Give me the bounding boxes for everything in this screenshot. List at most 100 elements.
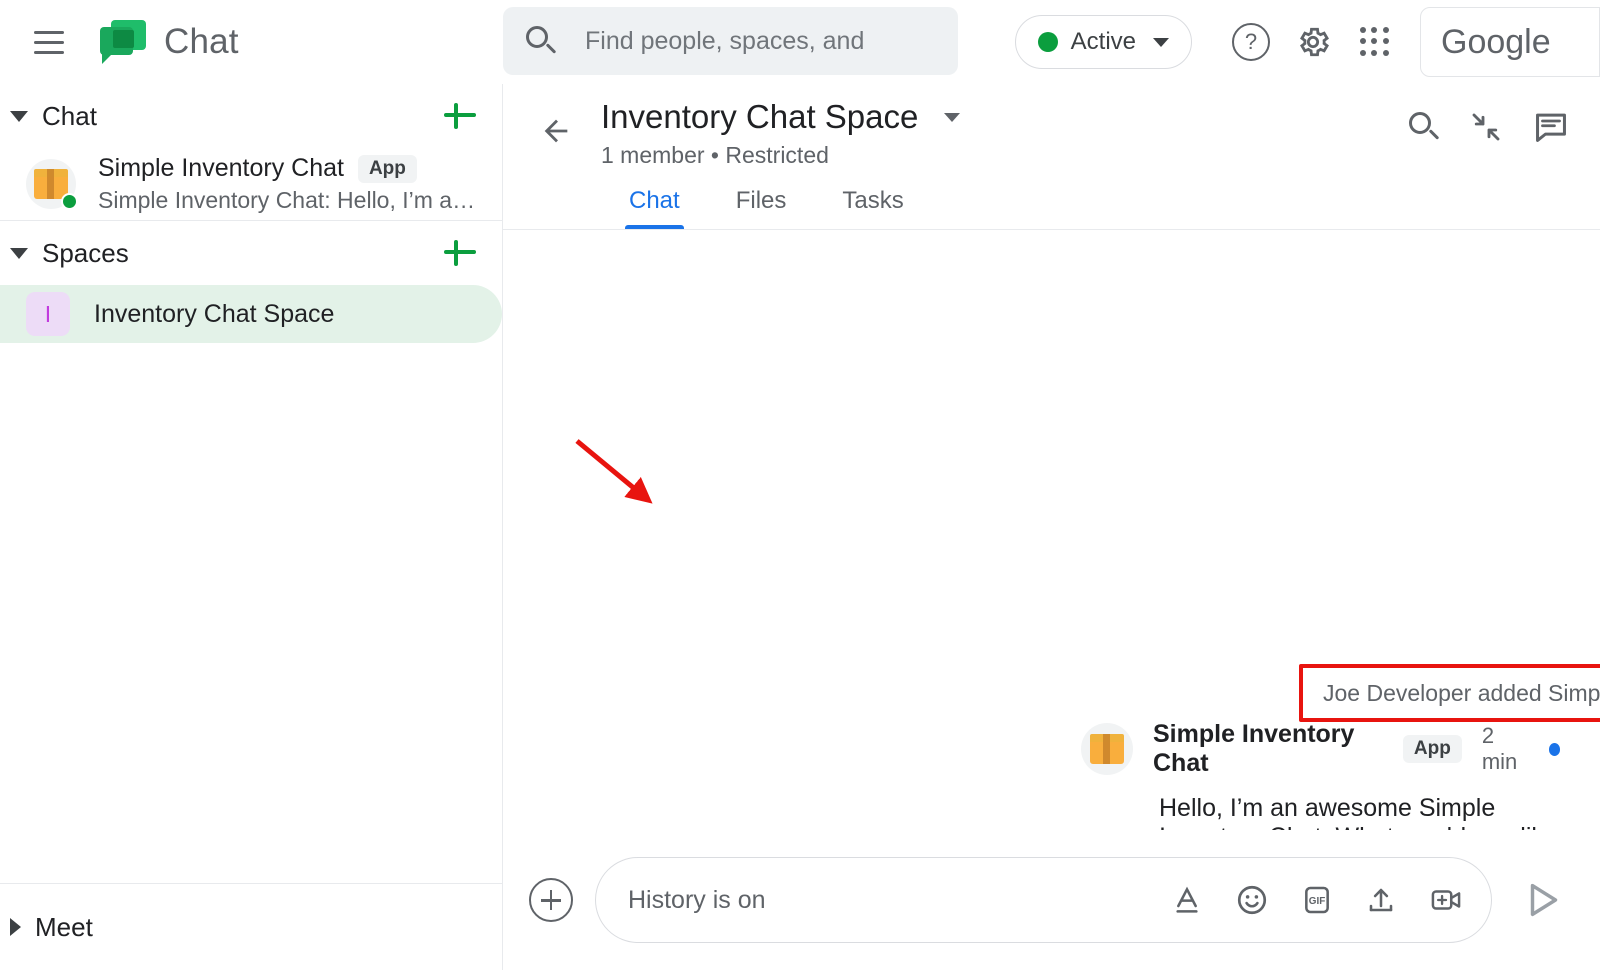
hamburger-menu-icon[interactable] [26,19,72,65]
chat-item-snippet: Simple Inventory Chat: Hello, I’m an awe… [98,187,480,214]
tab-chat[interactable]: Chat [601,183,708,229]
menu-line [34,31,64,34]
status-button[interactable]: Active [1015,15,1192,69]
page-title: Inventory Chat Space [601,98,918,136]
search-icon[interactable] [1406,110,1440,144]
menu-line [34,41,64,44]
search-handle [546,43,557,54]
back-arrow-glyph [539,114,573,148]
svg-text:GIF: GIF [1309,896,1325,907]
help-button[interactable]: ? [1220,11,1282,73]
box-tape [47,169,54,199]
system-message-wrapper: Joe Developer added Simple Inventory Cha… [1299,664,1600,722]
sidebar-item-inventory-chat-space[interactable]: I Inventory Chat Space [0,285,502,343]
meet-section-header[interactable]: Meet [0,884,502,970]
space-avatar: I [26,292,70,336]
message-input[interactable]: History is on [595,857,1492,943]
box-tape [1103,734,1110,764]
conversation-title-row[interactable]: Inventory Chat Space [601,98,960,136]
send-icon [1521,877,1567,923]
conversation-header-actions [1406,108,1570,146]
search-handle [1429,129,1440,140]
spaces-section-title: Spaces [42,238,129,269]
avatar [1081,723,1133,775]
gear-icon [1295,24,1331,60]
grid-dot [1383,27,1389,33]
chevron-right-icon [10,918,21,936]
grid-dot [1371,38,1377,44]
chevron-down-icon [10,111,28,122]
conversation-titles: Inventory Chat Space 1 member • Restrict… [601,98,960,169]
emoji-icon[interactable] [1235,883,1269,917]
unread-indicator [1549,743,1560,756]
top-bar: Chat Find people, spaces, and Active ? [0,0,1600,84]
google-chat-logo [100,20,146,64]
message-thread: Joe Developer added Simple Inventory Cha… [503,230,1600,830]
gif-icon[interactable]: GIF [1301,884,1333,916]
conversation-tabs: Chat Files Tasks [601,183,1574,229]
grid-dot [1360,27,1366,33]
chevron-down-icon [10,248,28,259]
sidebar-spacer [0,343,502,883]
upload-icon[interactable] [1365,884,1397,916]
chevron-down-icon [944,113,960,122]
main-body: Chat Simple Inventory Chat App [0,84,1600,970]
message-sender: Simple Inventory Chat [1153,720,1383,778]
sidebar: Chat Simple Inventory Chat App [0,84,503,970]
add-attachment-button[interactable] [529,878,573,922]
grid-dot [1371,50,1377,56]
meet-section: Meet [0,883,502,970]
package-box-icon [1090,734,1124,764]
app-badge: App [1403,735,1462,763]
apps-grid-icon [1360,27,1390,57]
space-name: Inventory Chat Space [94,300,334,329]
account-chip[interactable]: Google [1420,7,1600,77]
sidebar-item-simple-inventory-chat[interactable]: Simple Inventory Chat App Simple Invento… [0,148,502,220]
composer-actions: GIF [1171,883,1463,917]
chat-item-name: Simple Inventory Chat [98,154,344,183]
top-bar-actions: Active ? Google [1015,0,1600,84]
help-icon: ? [1232,23,1270,61]
message-text: Hello, I’m an awesome Simple Inventory C… [1159,794,1560,830]
search-input[interactable]: Find people, spaces, and [503,7,958,75]
menu-line [34,51,64,54]
grid-dot [1383,50,1389,56]
grid-dot [1360,50,1366,56]
chat-section-header[interactable]: Chat [0,84,502,148]
search-ring [526,26,548,48]
grid-dot [1360,38,1366,44]
settings-button[interactable] [1282,11,1344,73]
grid-dot [1371,27,1377,33]
new-chat-button[interactable] [440,96,480,136]
app-badge: App [358,155,417,183]
avatar [26,159,76,209]
send-button[interactable] [1514,870,1574,930]
new-space-button[interactable] [440,233,480,273]
meet-section-title: Meet [35,912,93,943]
format-text-icon[interactable] [1171,884,1203,916]
search-placeholder: Find people, spaces, and [585,27,864,56]
back-arrow-icon[interactable] [529,104,583,158]
search-ring [1409,112,1431,134]
grid-dot [1383,38,1389,44]
search-icon [523,24,557,58]
status-dot [1038,32,1058,52]
apps-button[interactable] [1344,11,1406,73]
system-message-text: Joe Developer added Simple Inventory Cha… [1323,680,1600,707]
logo-bubble-inner [113,30,134,48]
conversation-pane: Inventory Chat Space 1 member • Restrict… [503,84,1600,970]
threads-panel-icon[interactable] [1532,108,1570,146]
message-composer: History is on [503,830,1600,970]
message-timestamp: 2 min [1482,723,1529,775]
video-icon[interactable] [1429,884,1463,916]
spaces-section-header[interactable]: Spaces [0,221,502,285]
presence-indicator [61,193,78,210]
conversation-subtitle: 1 member • Restricted [601,142,960,169]
tab-files[interactable]: Files [708,183,815,229]
chat-item-meta: Simple Inventory Chat App Simple Invento… [98,154,480,214]
status-label: Active [1071,28,1136,56]
tab-tasks[interactable]: Tasks [814,183,931,229]
collapse-icon[interactable] [1468,109,1504,145]
chat-item-title-row: Simple Inventory Chat App [98,154,480,183]
message-input-placeholder: History is on [628,886,1171,915]
